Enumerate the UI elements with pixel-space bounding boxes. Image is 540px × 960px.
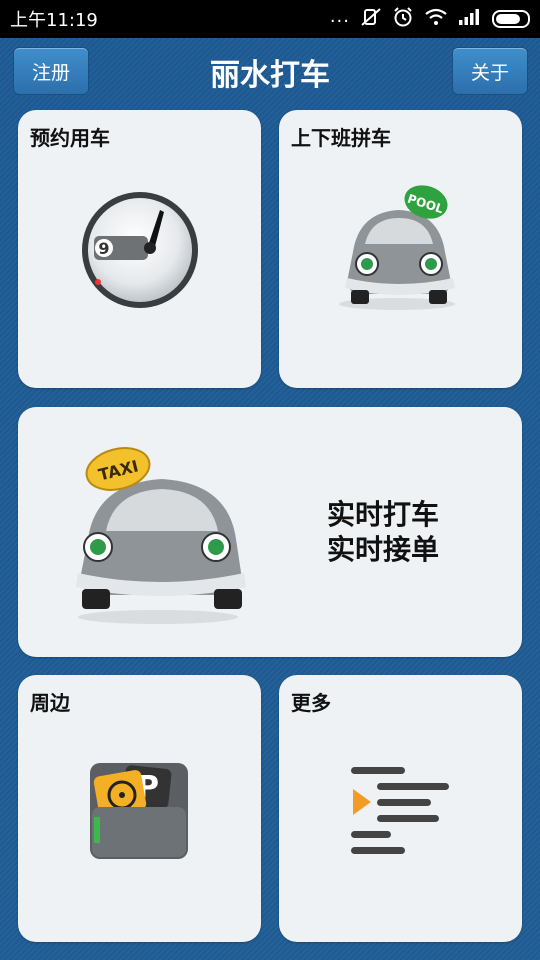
tile-more-label: 更多: [291, 691, 331, 715]
tile-reserve-car[interactable]: 预约用车 9: [18, 110, 261, 388]
list-menu-icon: [347, 763, 457, 863]
status-icons: ...: [329, 5, 530, 31]
more-dots-icon: ...: [329, 5, 350, 27]
taxi-car-icon: TAXI: [66, 439, 252, 629]
status-bar: 上午11:19 ...: [0, 0, 540, 38]
tile-commute-carpool[interactable]: 上下班拼车 POOL: [279, 110, 522, 388]
battery-icon: [492, 10, 530, 28]
svg-text:9: 9: [98, 239, 109, 258]
mute-icon: [360, 7, 382, 31]
status-time: 上午11:19: [10, 10, 98, 31]
about-button[interactable]: 关于: [452, 47, 528, 95]
wifi-icon: [424, 8, 448, 30]
tile-reserve-label: 预约用车: [30, 126, 110, 150]
realtime-line-2: 实时接单: [326, 533, 439, 566]
wallet-parking-icon: P: [88, 759, 192, 867]
signal-icon: [458, 8, 482, 30]
top-bar: 注册 丽水打车 关于: [0, 38, 540, 104]
tile-realtime-taxi[interactable]: TAXI 实时打车 实时接单: [18, 407, 522, 657]
clock-icon: 9: [78, 188, 202, 316]
tile-nearby-label: 周边: [30, 691, 70, 715]
tile-more[interactable]: 更多: [279, 675, 522, 942]
realtime-text: 实时打车 实时接单: [298, 497, 468, 567]
tile-commute-label: 上下班拼车: [291, 126, 391, 150]
carpool-car-icon: POOL: [331, 182, 471, 316]
alarm-icon: [392, 7, 414, 31]
realtime-line-1: 实时打车: [326, 498, 439, 531]
tile-nearby[interactable]: 周边 P: [18, 675, 261, 942]
